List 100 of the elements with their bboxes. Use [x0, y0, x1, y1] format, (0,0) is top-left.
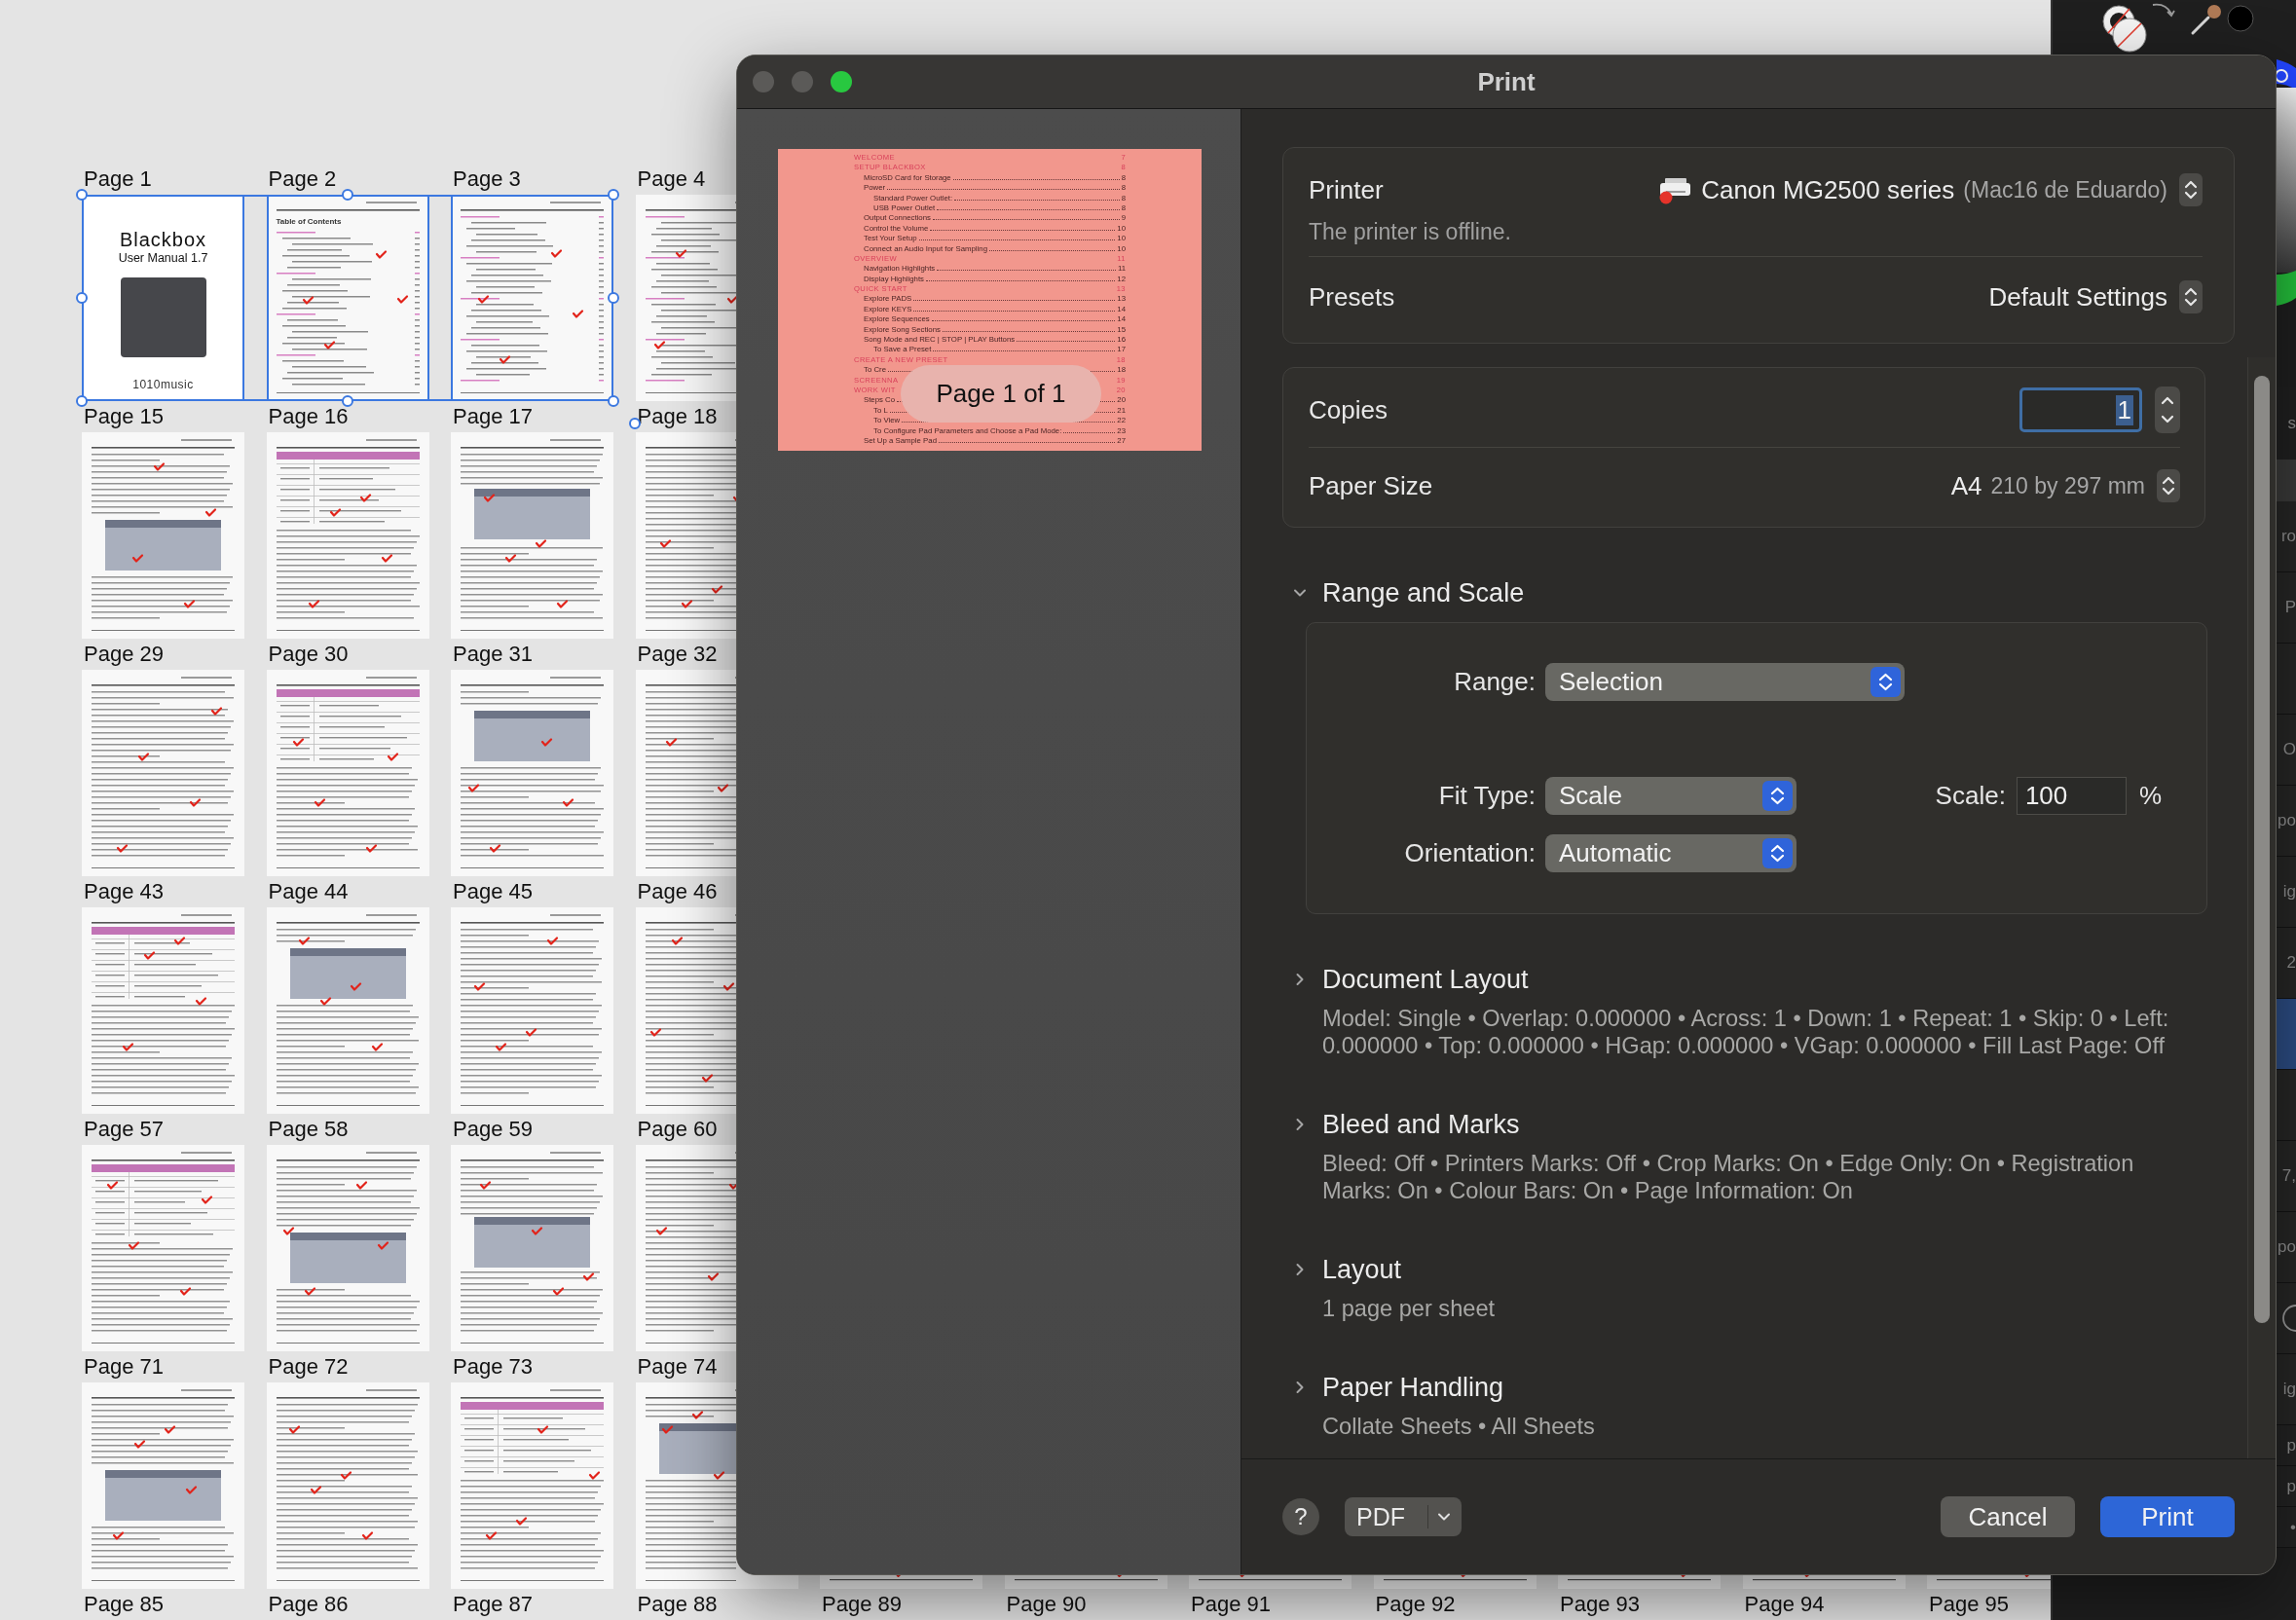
stepper-arrows-icon[interactable] — [2155, 387, 2180, 433]
presets-select[interactable]: Default Settings — [1988, 280, 2203, 313]
cover-subtitle: User Manual 1.7 — [118, 250, 208, 266]
print-button[interactable]: Print — [2100, 1496, 2235, 1537]
page-label: Page 1 — [83, 168, 152, 190]
resize-handle-icon[interactable] — [76, 292, 88, 304]
orientation-select[interactable]: Automatic — [1545, 834, 1796, 872]
page-label: Page 88 — [636, 1594, 718, 1615]
page-indicator: Page 1 of 1 — [901, 365, 1101, 423]
panel-list-item[interactable]: P — [2277, 572, 2296, 644]
page-label: Page 3 — [452, 168, 521, 190]
page-label: Page 44 — [267, 881, 349, 902]
scale-field[interactable]: 100 — [2016, 777, 2127, 815]
panel-list-item[interactable]: po — [2277, 786, 2296, 857]
section-header[interactable]: Paper Handling — [1282, 1371, 1504, 1404]
field-label: Fit Type: — [1437, 781, 1536, 811]
section-header[interactable]: Range and Scale — [1282, 576, 1525, 609]
page-thumbnail[interactable]: Blackbox User Manual 1.7 1010music — [82, 195, 244, 401]
resize-handle-icon[interactable] — [608, 395, 619, 407]
panel-list-item[interactable]: p — [2277, 1466, 2296, 1507]
field-label: Orientation: — [1403, 838, 1536, 868]
up-down-chevron-icon — [1762, 781, 1793, 811]
range-select[interactable]: Selection — [1545, 663, 1905, 701]
panel-list-item[interactable]: ro — [2277, 501, 2296, 572]
fit-type-select[interactable]: Scale — [1545, 777, 1796, 815]
section-header[interactable]: Document Layout — [1282, 963, 1529, 996]
page-label: Page 85 — [83, 1594, 164, 1615]
panel-list-item[interactable]: 7, — [2277, 1141, 2296, 1212]
page-thumbnail[interactable] — [82, 432, 244, 639]
page-thumbnail[interactable] — [451, 907, 613, 1114]
page-label: Page 16 — [267, 406, 349, 427]
row-label: Presets — [1309, 281, 1395, 313]
up-down-chevron-icon — [2179, 280, 2203, 313]
panel-list-item[interactable]: ig — [2277, 857, 2296, 928]
page-label: Page 46 — [636, 881, 718, 902]
row-label: Printer — [1309, 174, 1384, 205]
page-label: Page 4 — [636, 168, 706, 190]
field-label: Scale: — [1935, 781, 2006, 811]
copies-field[interactable]: 1 — [2019, 387, 2142, 432]
page-label: Page 95 — [1928, 1594, 2009, 1615]
resize-handle-icon[interactable] — [76, 189, 88, 201]
row-label: Copies — [1309, 394, 1388, 425]
resize-handle-icon[interactable] — [342, 189, 353, 201]
page-thumbnail[interactable] — [266, 907, 429, 1114]
paper-size-select[interactable]: A4 210 by 297 mm — [1950, 469, 2180, 502]
stroke-fill-swatch-icon[interactable] — [2099, 3, 2148, 54]
section-header[interactable]: Layout — [1282, 1253, 1402, 1286]
panel-list-item[interactable]: O — [2277, 715, 2296, 786]
page-thumbnail[interactable]: Table of Contents — [266, 195, 429, 401]
page-thumbnail[interactable] — [266, 670, 429, 876]
page-thumbnail[interactable] — [82, 1382, 244, 1589]
scrollbar-thumb[interactable] — [2254, 376, 2270, 1323]
up-down-chevron-icon — [1762, 838, 1793, 868]
page-label: Page 43 — [83, 881, 164, 902]
page-thumbnail[interactable] — [451, 1145, 613, 1351]
page-label: Page 15 — [83, 406, 164, 427]
page-label: Page 93 — [1559, 1594, 1640, 1615]
page-thumbnail[interactable] — [451, 195, 613, 401]
page-label: Page 18 — [636, 406, 718, 427]
resize-handle-icon[interactable] — [629, 418, 641, 429]
page-label: Page 32 — [636, 644, 718, 665]
page-label: Page 17 — [452, 406, 533, 427]
section-summary: Bleed: Off • Printers Marks: Off • Crop Marks: On • Edge Only: On • Registration Marks: On • Colour Bars: On • Page Information: On — [1322, 1150, 2135, 1204]
page-label: Page 58 — [267, 1119, 349, 1140]
panel-list-item[interactable]: • — [2277, 1507, 2296, 1548]
page-label: Page 57 — [83, 1119, 164, 1140]
page-label: Page 29 — [83, 644, 164, 665]
help-button[interactable]: ? — [1282, 1498, 1319, 1535]
panel-list-item[interactable]: p — [2277, 1425, 2296, 1466]
page-thumbnail[interactable] — [82, 1145, 244, 1351]
resize-handle-icon[interactable] — [608, 189, 619, 201]
panel-list-item[interactable] — [2277, 1283, 2296, 1354]
section-summary: Model: Single • Overlap: 0.000000 • Across: 1 • Down: 1 • Repeat: 1 • Skip: 0 • Left: 0.000000 • Top: 0.000000 • HGap: 0.000000 • VGap: 0.000000 • Fill Last Page: Off — [1322, 1005, 2170, 1059]
pdf-menu-button[interactable]: PDF — [1345, 1497, 1462, 1536]
printer-select[interactable]: Canon MG2500 series (Mac16 de Eduardo) — [1658, 173, 2203, 206]
window-zoom-button[interactable] — [831, 71, 852, 92]
up-down-chevron-icon — [2179, 173, 2203, 206]
panel-list-item[interactable]: 2 — [2277, 928, 2296, 999]
page-thumbnail[interactable] — [82, 907, 244, 1114]
page-label: Page 92 — [1374, 1594, 1456, 1615]
color-swatch-icon[interactable] — [2227, 5, 2254, 32]
page-label: Page 87 — [452, 1594, 533, 1615]
window-title: Print — [1477, 66, 1536, 97]
page-label: Page 89 — [821, 1594, 902, 1615]
page-thumbnail[interactable] — [266, 1382, 429, 1589]
up-down-chevron-icon — [2157, 469, 2180, 502]
panel-list-item[interactable]: ig — [2277, 1354, 2296, 1425]
resize-handle-icon[interactable] — [76, 395, 88, 407]
page-thumbnail[interactable] — [82, 670, 244, 876]
page-thumbnail[interactable] — [266, 1145, 429, 1351]
page-label: Page 72 — [267, 1356, 349, 1378]
up-down-chevron-icon — [1870, 667, 1901, 697]
page-thumbnail[interactable] — [451, 432, 613, 639]
page-label: Page 31 — [452, 644, 533, 665]
cancel-button[interactable]: Cancel — [1941, 1496, 2075, 1537]
section-header[interactable]: Bleed and Marks — [1282, 1108, 1520, 1141]
page-thumbnail[interactable] — [266, 432, 429, 639]
page-thumbnail[interactable] — [451, 670, 613, 876]
panel-list-item[interactable]: po — [2277, 1212, 2296, 1283]
page-thumbnail[interactable] — [451, 1382, 613, 1589]
